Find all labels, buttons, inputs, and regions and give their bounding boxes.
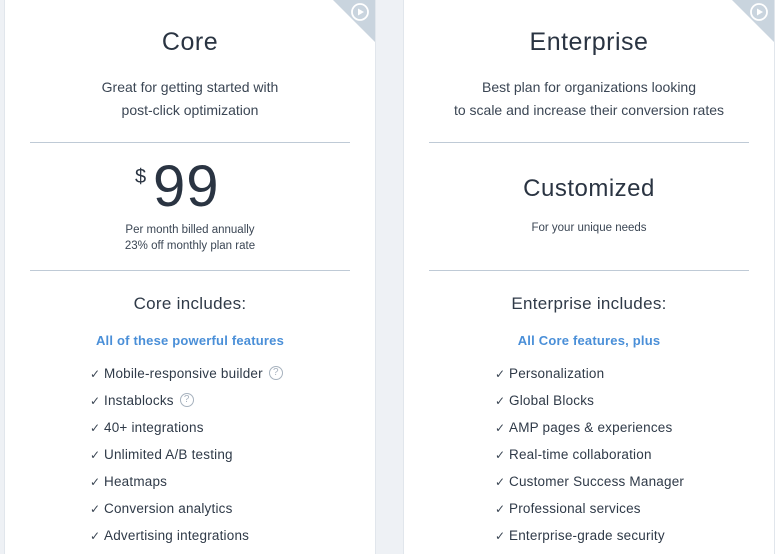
checkmark-icon: ✓	[495, 394, 506, 408]
price-customized: Customized	[523, 175, 655, 202]
feature-list: ✓ Personalization ✓ Global Blocks ✓ AMP pages…	[495, 364, 684, 553]
plan-description: Best plan for organizations looking to s…	[404, 76, 774, 122]
feature-item: ✓ Personalization	[495, 364, 684, 391]
checkmark-icon: ✓	[495, 502, 506, 516]
divider	[30, 270, 350, 271]
feature-label: Real-time collaboration	[509, 447, 652, 462]
divider	[429, 142, 749, 143]
plan-description-line: post-click optimization	[121, 102, 259, 118]
plan-title: Core	[161, 28, 219, 56]
includes-subtitle: All of these powerful features	[95, 333, 285, 348]
feature-label: Instablocks	[104, 393, 174, 408]
help-icon[interactable]: ?	[179, 393, 194, 407]
checkmark-icon: ✓	[90, 529, 101, 543]
feature-item: ✓ Professional services	[495, 499, 684, 526]
checkmark-icon: ✓	[495, 529, 506, 543]
plan-description-line: to scale and increase their conversion r…	[453, 102, 725, 118]
discount-note: 23% off monthly plan rate	[124, 240, 256, 252]
checkmark-icon: ✓	[495, 475, 506, 489]
checkmark-icon: ✓	[495, 367, 506, 381]
feature-label: Professional services	[509, 501, 641, 516]
checkmark-icon: ✓	[90, 475, 101, 489]
checkmark-icon: ✓	[90, 394, 101, 408]
feature-item: ✓ Unlimited A/B testing	[90, 445, 283, 472]
feature-item: ✓ Customer Success Manager	[495, 472, 684, 499]
plan-description: Great for getting started with post-clic…	[5, 76, 375, 122]
price-amount: 99	[153, 154, 220, 219]
feature-item: ✓ Global Blocks	[495, 391, 684, 418]
feature-item: ✓ Instablocks?	[90, 391, 283, 418]
plan-title: Enterprise	[529, 28, 649, 56]
feature-label: Mobile-responsive builder	[104, 366, 263, 381]
checkmark-icon: ✓	[90, 421, 101, 435]
divider	[30, 142, 350, 143]
feature-label: Personalization	[509, 366, 605, 381]
checkmark-icon: ✓	[90, 502, 101, 516]
feature-label: AMP pages & experiences	[509, 420, 673, 435]
feature-item: ✓ Heatmaps	[90, 472, 283, 499]
checkmark-icon: ✓	[495, 421, 506, 435]
feature-label: Unlimited A/B testing	[104, 447, 233, 462]
feature-item: ✓ Conversion analytics	[90, 499, 283, 526]
price-note: For your unique needs	[531, 222, 647, 234]
includes-title: Core includes:	[133, 294, 247, 313]
feature-label: Advertising integrations	[104, 528, 250, 543]
feature-item: ✓ Mobile-responsive builder?	[90, 364, 283, 391]
includes-subtitle: All Core features, plus	[517, 333, 661, 348]
checkmark-icon: ✓	[90, 367, 101, 381]
checkmark-icon: ✓	[495, 448, 506, 462]
includes-title: Enterprise includes:	[511, 294, 667, 313]
feature-item: ✓ Real-time collaboration	[495, 445, 684, 472]
feature-label: Heatmaps	[104, 474, 168, 489]
feature-label: 40+ integrations	[104, 420, 204, 435]
plan-description-line: Great for getting started with	[101, 79, 279, 95]
feature-label: Conversion analytics	[104, 501, 233, 516]
core-plan-card: Core Great for getting started with post…	[4, 0, 376, 554]
divider	[429, 270, 749, 271]
checkmark-icon: ✓	[90, 448, 101, 462]
feature-label: Enterprise-grade security	[509, 528, 665, 543]
feature-item: ✓ Advertising integrations	[90, 526, 283, 553]
plan-description-line: Best plan for organizations looking	[481, 79, 697, 95]
help-icon[interactable]: ?	[268, 366, 283, 380]
feature-label: Global Blocks	[509, 393, 595, 408]
feature-list: ✓ Mobile-responsive builder? ✓ Instablocks?…	[90, 364, 283, 553]
feature-label: Customer Success Manager	[509, 474, 685, 489]
feature-item: ✓ Enterprise-grade security	[495, 526, 684, 553]
billing-note: Per month billed annually	[125, 224, 255, 236]
feature-item: ✓ 40+ integrations	[90, 418, 283, 445]
feature-item: ✓ AMP pages & experiences	[495, 418, 684, 445]
price-currency: $	[135, 166, 147, 188]
enterprise-plan-card: Enterprise Best plan for organizations l…	[403, 0, 775, 554]
